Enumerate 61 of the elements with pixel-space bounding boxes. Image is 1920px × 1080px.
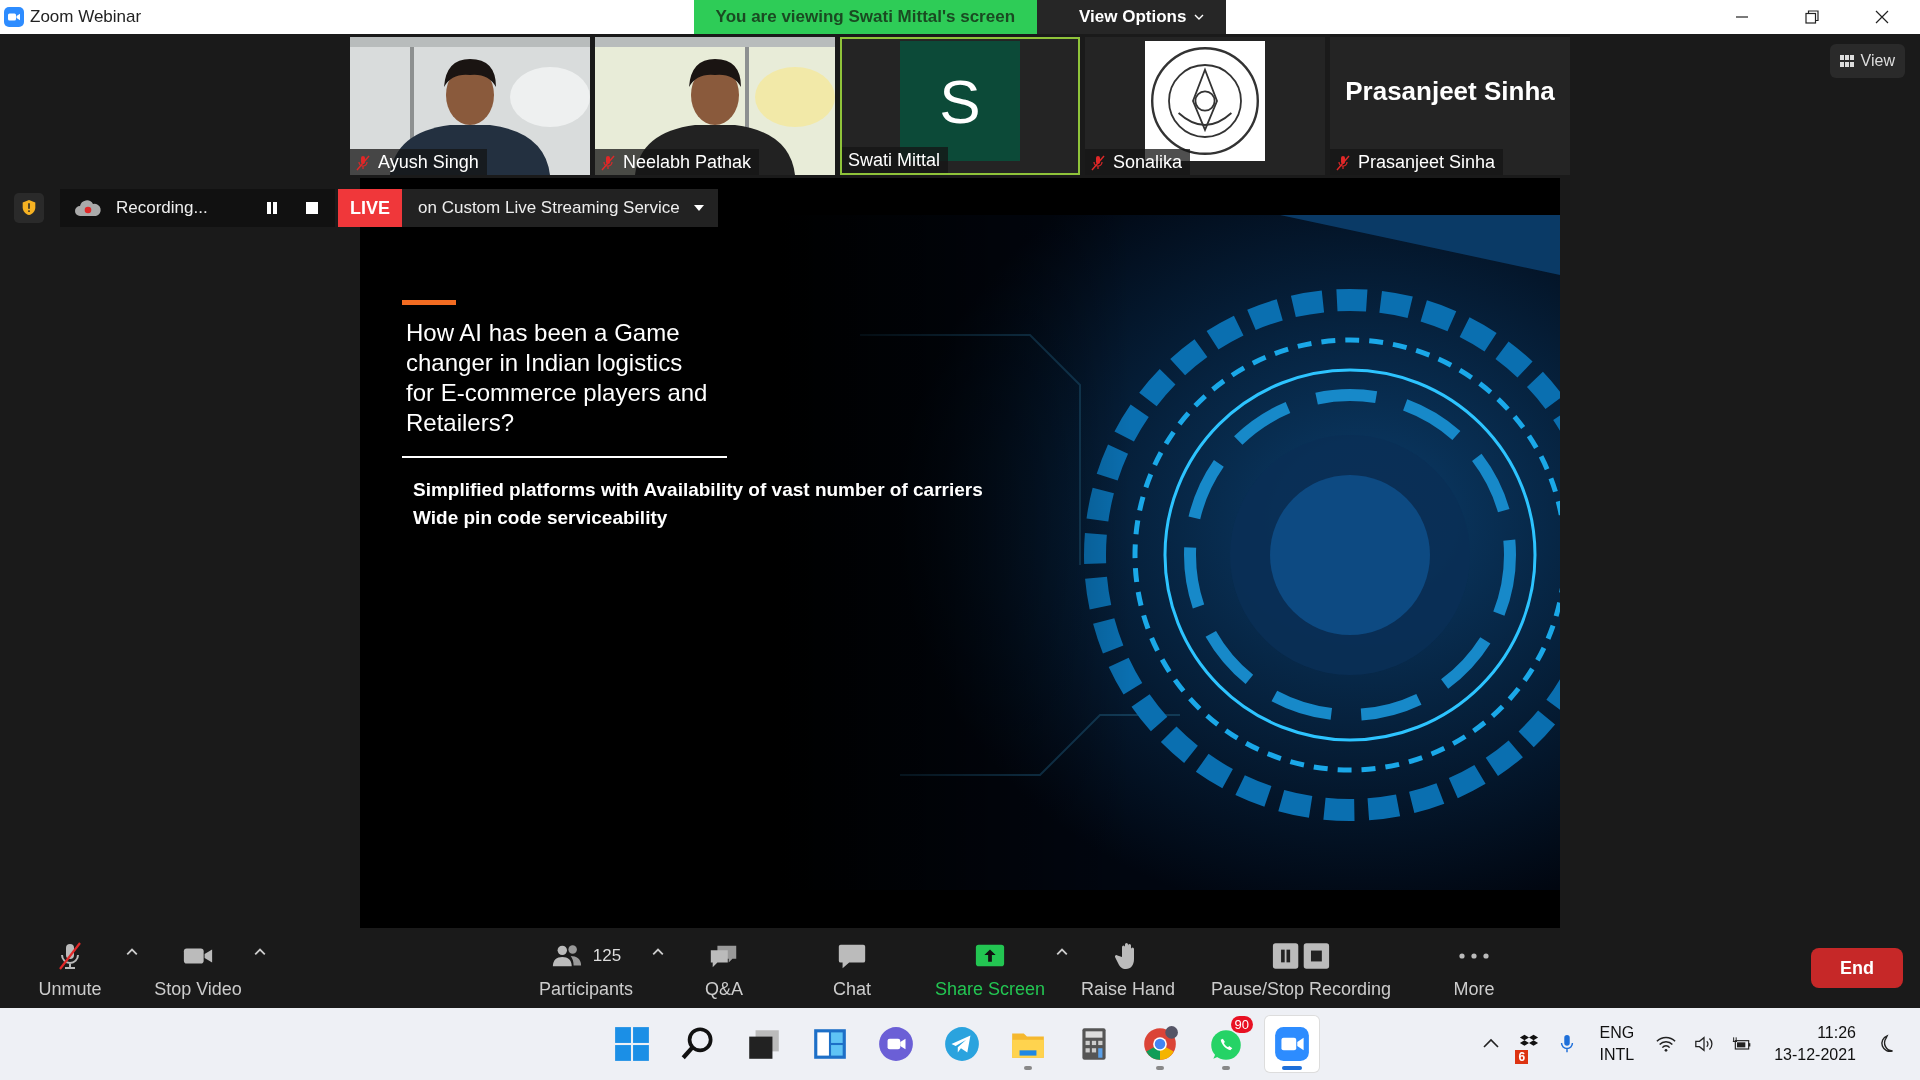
zoom-logo-icon <box>4 7 24 27</box>
participant-name: Neelabh Pathak <box>623 152 752 173</box>
view-options-button[interactable]: View Options <box>1037 0 1227 34</box>
viewing-banner: You are viewing Swati Mittal's screen <box>693 0 1038 34</box>
clock[interactable]: 11:26 13-12-2021 <box>1770 1022 1860 1066</box>
share-toolbar-button[interactable]: Share Screen <box>934 977 1046 1002</box>
recording-status: Recording... <box>116 198 209 218</box>
restore-icon[interactable] <box>1804 9 1820 25</box>
running-indicator <box>1282 1066 1302 1070</box>
more-dots-icon <box>1459 953 1489 959</box>
participant-tile[interactable]: Ayush Singh <box>350 37 590 175</box>
mic-toolbar-button[interactable]: Unmute <box>38 977 102 1002</box>
caret-icon[interactable] <box>126 948 138 956</box>
input-language-indicator[interactable]: ENG INTL <box>1595 1022 1639 1066</box>
caret-icon[interactable] <box>1056 948 1068 956</box>
hand-toolbar-button[interactable]: Raise Hand <box>1080 977 1176 1002</box>
end-button[interactable]: End <box>1811 948 1903 988</box>
zoom-icon <box>1273 1025 1311 1063</box>
running-indicator <box>1156 1066 1164 1070</box>
record-toolbar-button[interactable]: Pause/Stop Recording <box>1210 977 1392 1002</box>
running-indicator <box>1024 1066 1032 1070</box>
participant-tile[interactable]: Sonalika <box>1085 37 1325 175</box>
start-icon <box>613 1025 651 1063</box>
cloud-record-icon <box>74 198 102 218</box>
notification-badge: 90 <box>1230 1016 1253 1033</box>
chevron-down-icon <box>1194 14 1205 20</box>
telegram-icon <box>943 1025 981 1063</box>
chat-toolbar-button[interactable]: Chat <box>833 977 871 1002</box>
live-badge: LIVE <box>338 189 402 227</box>
streaming-service-dropdown[interactable]: on Custom Live Streaming Service <box>402 189 718 227</box>
caret-icon[interactable] <box>254 948 266 956</box>
participant-count: 125 <box>592 946 622 966</box>
participant-tile[interactable]: Prasanjeet Sinha Prasanjeet Sinha <box>1330 37 1570 175</box>
participant-name-display: Prasanjeet Sinha <box>1345 75 1555 107</box>
caret-icon[interactable] <box>652 948 664 956</box>
grid-icon <box>1839 55 1854 67</box>
slide-point: Wide pin code serviceability <box>413 506 669 530</box>
participant-name: Sonalika <box>1113 152 1183 173</box>
view-button[interactable]: View <box>1829 44 1905 78</box>
meet-icon <box>877 1025 915 1063</box>
video-toolbar-button[interactable]: Stop Video <box>154 977 242 1002</box>
running-indicator <box>1222 1066 1230 1070</box>
participant-tile[interactable]: Neelabh Pathak <box>595 37 835 175</box>
participant-name: Ayush Singh <box>378 152 479 173</box>
taskbar-app[interactable]: 90 <box>1199 1016 1253 1072</box>
participant-tile[interactable]: S Swati Mittal <box>840 37 1080 175</box>
slide-point: Simplified platforms with Availability of vast number of carriers <box>413 478 984 502</box>
participant-name: Swati Mittal <box>848 150 941 171</box>
close-icon[interactable] <box>1874 9 1890 25</box>
chrome-icon <box>1141 1025 1179 1063</box>
slide-title: How AI has been a Game changer in Indian logistics for E-commerce players and Retailers? <box>406 318 709 438</box>
speaker-icon[interactable] <box>1694 1034 1715 1054</box>
participant-name: Prasanjeet Sinha <box>1358 152 1496 173</box>
more-toolbar-button[interactable]: More <box>1453 977 1495 1002</box>
dropdown-arrow-icon <box>693 205 704 211</box>
notification-badge: 6 <box>1515 1050 1529 1064</box>
qa-toolbar-button[interactable]: Q&A <box>705 977 743 1002</box>
participants-toolbar-button[interactable]: Participants <box>538 977 633 1002</box>
window-title: Zoom Webinar <box>30 7 142 27</box>
pause-stop-icon <box>1272 941 1330 971</box>
wifi-icon[interactable] <box>1656 1034 1677 1054</box>
